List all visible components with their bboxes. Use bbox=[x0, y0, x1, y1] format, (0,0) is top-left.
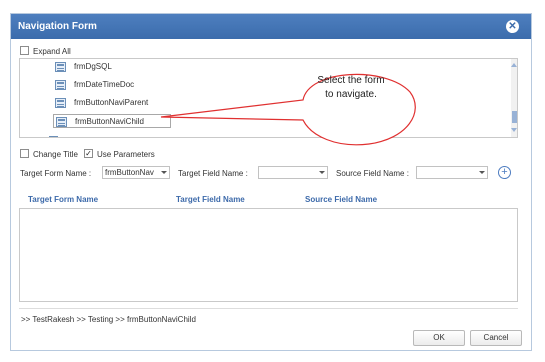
callout-line-2: to navigate. bbox=[325, 89, 377, 100]
mapping-grid-header: Target Form Name Target Field Name Sourc… bbox=[11, 192, 531, 208]
cancel-button[interactable]: Cancel bbox=[470, 330, 522, 346]
breadcrumb: >> TestRakesh >> Testing >> frmButtonNav… bbox=[21, 315, 196, 324]
callout-bubble bbox=[160, 73, 416, 146]
ok-button[interactable]: OK bbox=[413, 330, 465, 346]
column-header-target-field[interactable]: Target Field Name bbox=[176, 195, 245, 204]
callout-line-1: Select the form bbox=[317, 75, 385, 86]
column-header-target-form[interactable]: Target Form Name bbox=[28, 195, 98, 204]
mapping-grid-body[interactable] bbox=[19, 208, 518, 302]
navigation-form-dialog: Navigation Form ✕ Expand All frmDgSQL fr… bbox=[10, 13, 532, 351]
callout-text: Select the form to navigate. bbox=[301, 74, 401, 102]
footer-divider bbox=[19, 308, 518, 309]
column-header-source-field[interactable]: Source Field Name bbox=[305, 195, 377, 204]
